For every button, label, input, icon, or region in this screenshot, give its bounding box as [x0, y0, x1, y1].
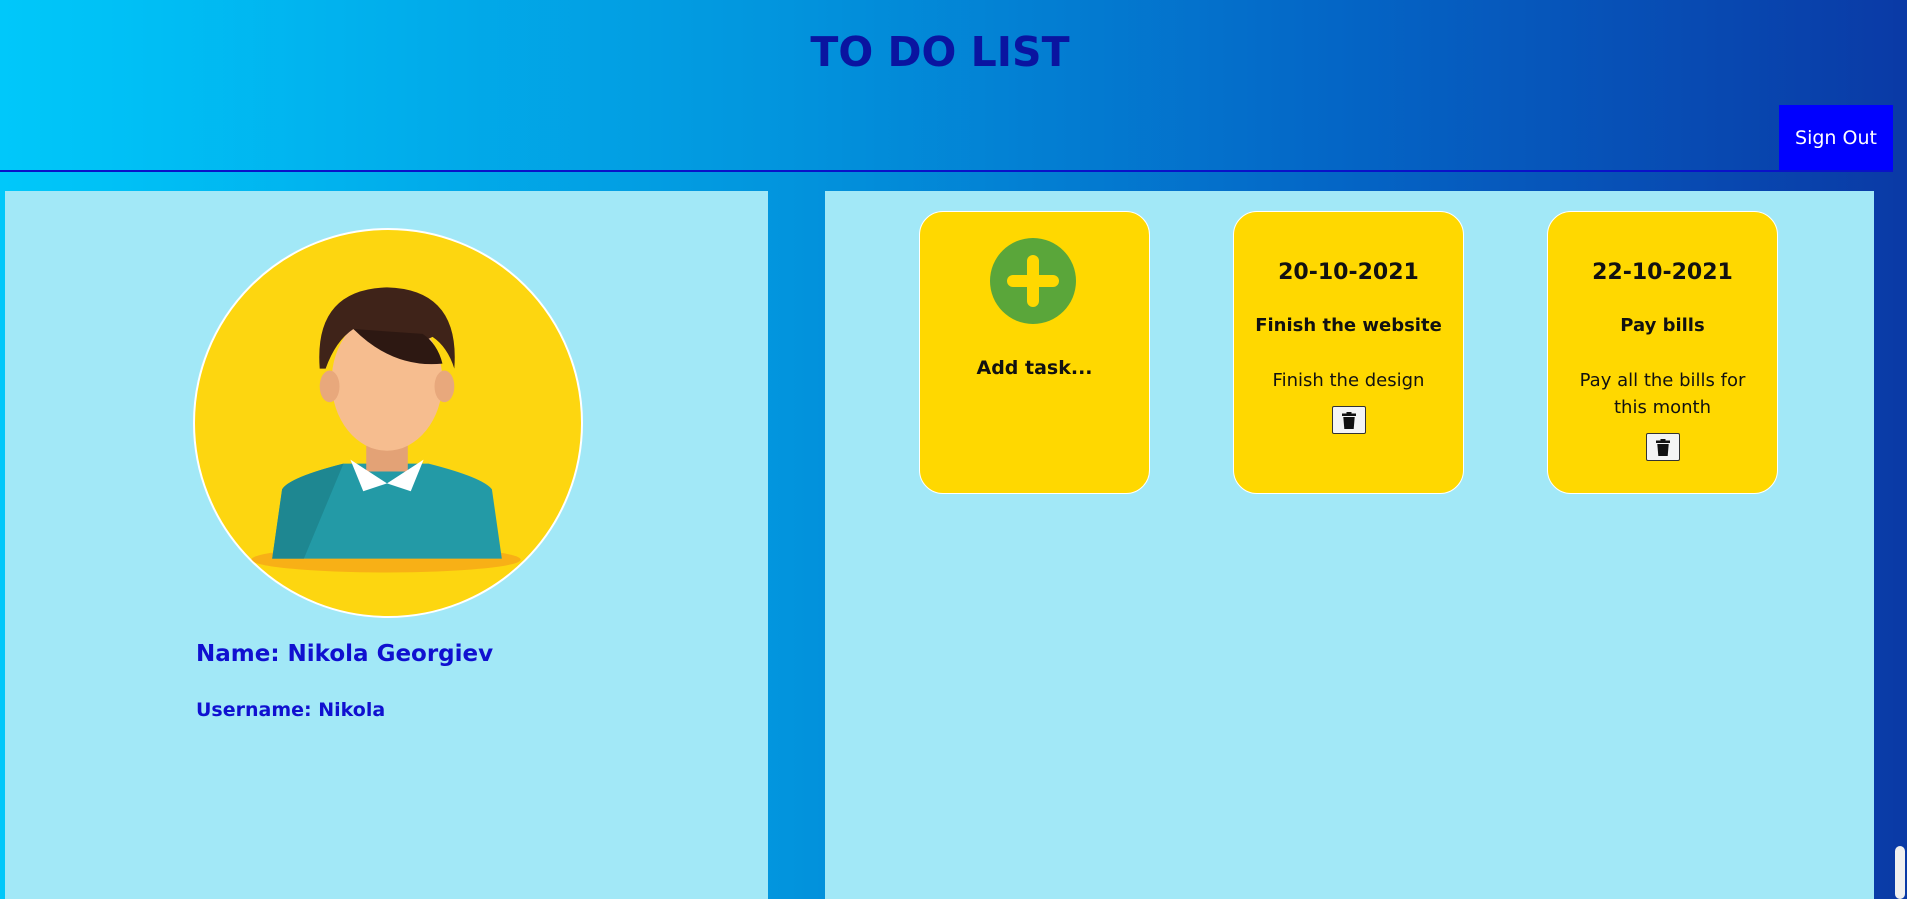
task-description: Finish the design [1272, 370, 1425, 391]
tasks-panel: Add task... 20-10-2021 Finish the websit… [825, 191, 1874, 899]
sign-out-button[interactable]: Sign Out [1779, 105, 1893, 170]
task-description: Pay all the bills for this month [1579, 370, 1746, 418]
page-title: TO DO LIST [810, 28, 1070, 76]
task-date: 20-10-2021 [1278, 260, 1419, 285]
delete-task-button[interactable] [1645, 433, 1680, 461]
task-title: Finish the website [1255, 315, 1442, 336]
scrollbar[interactable] [1893, 0, 1907, 899]
username-label: Username: Nikola [196, 699, 386, 721]
add-task-card[interactable]: Add task... [919, 211, 1150, 494]
task-card: 20-10-2021 Finish the website Finish the… [1233, 211, 1464, 494]
plus-circle-icon[interactable] [990, 238, 1076, 324]
task-card: 22-10-2021 Pay bills Pay all the bills f… [1547, 211, 1778, 494]
trash-icon [1655, 438, 1670, 456]
task-title: Pay bills [1620, 315, 1705, 336]
trash-icon [1341, 411, 1356, 429]
user-name-label: Name: Nikola Georgiev [196, 641, 494, 667]
task-date: 22-10-2021 [1592, 260, 1733, 285]
profile-panel: Name: Nikola Georgiev Username: Nikola [5, 191, 768, 899]
header-bar: TO DO LIST Sign Out [0, 0, 1893, 172]
delete-task-button[interactable] [1331, 406, 1366, 434]
add-task-label: Add task... [976, 357, 1093, 379]
user-avatar-icon [193, 228, 583, 618]
scrollbar-thumb[interactable] [1895, 846, 1905, 899]
